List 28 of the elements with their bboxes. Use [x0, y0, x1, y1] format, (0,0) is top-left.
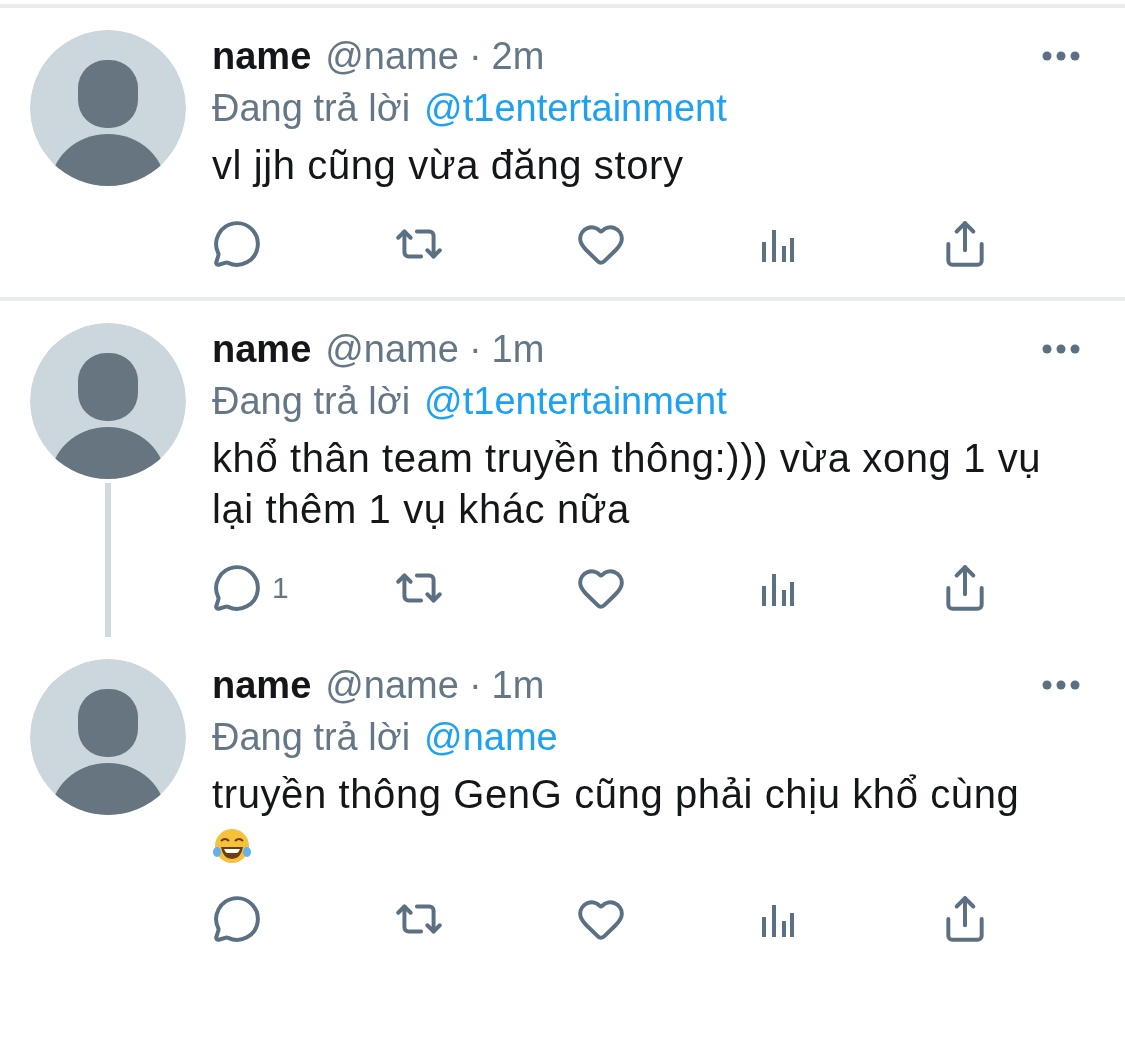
avatar[interactable] [30, 30, 186, 186]
tweet-text: khổ thân team truyền thông:))) vừa xong 1 vụ lại thêm 1 vụ khác nữa [212, 435, 1043, 533]
display-name[interactable]: name [212, 663, 312, 707]
avatar[interactable] [30, 323, 186, 479]
tweet-text: truyền thông GenG cũng phải chịu khổ cùng [212, 771, 1021, 818]
user-handle: @name [325, 34, 459, 78]
reply-icon[interactable] [212, 219, 262, 269]
separator-dot: · [468, 663, 482, 707]
more-icon[interactable] [1042, 344, 1080, 354]
tweet-text: vl jjh cũng vừa đăng story [212, 142, 685, 189]
avatar[interactable] [30, 659, 186, 815]
more-icon[interactable] [1042, 51, 1080, 61]
user-handle: @name [325, 327, 459, 371]
replying-to-label: Đang trả lời [212, 86, 411, 130]
separator-dot: · [468, 34, 482, 78]
timestamp: 1m [491, 327, 545, 371]
timestamp: 2m [491, 34, 545, 78]
replying-to-label: Đang trả lời [212, 379, 411, 423]
reply-count: 1 [272, 571, 289, 605]
reply-icon[interactable] [212, 894, 262, 944]
user-handle: @name [325, 663, 459, 707]
timestamp: 1m [491, 663, 545, 707]
replying-to-label: Đang trả lời [212, 715, 411, 759]
separator-dot: · [468, 327, 482, 371]
reply-icon[interactable] [212, 563, 262, 613]
more-icon[interactable] [1042, 680, 1080, 690]
display-name[interactable]: name [212, 34, 312, 78]
display-name[interactable]: name [212, 327, 312, 371]
